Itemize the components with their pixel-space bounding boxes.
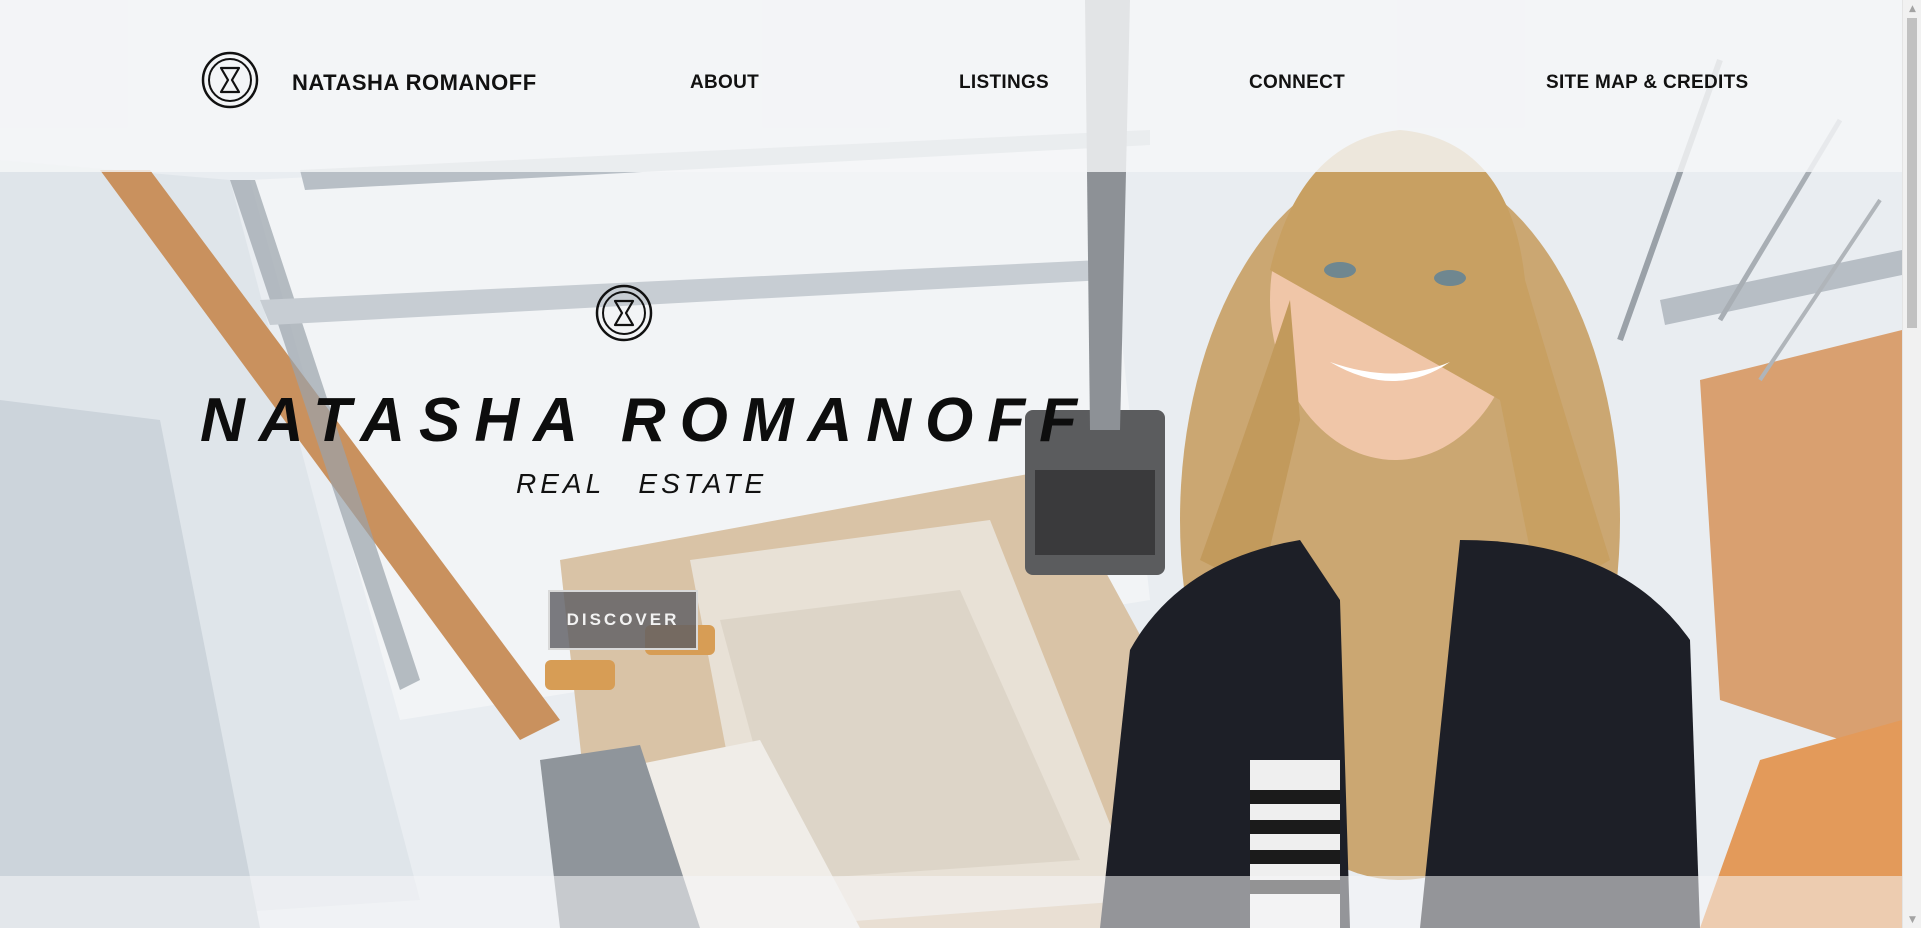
scroll-up-arrow-icon[interactable]: ▲ (1903, 0, 1921, 17)
nav-about[interactable]: ABOUT (690, 72, 759, 94)
page-viewport: NATASHA ROMANOFF ABOUT LISTINGS CONNECT … (0, 0, 1902, 928)
hero-hourglass-emblem-icon (595, 284, 653, 342)
brand-name[interactable]: NATASHA ROMANOFF (292, 70, 537, 96)
section-divider-strip (0, 876, 1902, 928)
scrollbar-thumb[interactable] (1907, 18, 1917, 328)
nav-site-map-credits[interactable]: SITE MAP & CREDITS (1546, 72, 1748, 94)
hero-title: NATASHA ROMANOFF (200, 386, 1091, 455)
hourglass-emblem-icon[interactable] (201, 51, 259, 109)
site-header: NATASHA ROMANOFF ABOUT LISTINGS CONNECT … (0, 0, 1902, 172)
discover-button[interactable]: DISCOVER (548, 590, 698, 650)
scroll-down-arrow-icon[interactable]: ▼ (1903, 911, 1921, 928)
hero-subtitle: REAL ESTATE (516, 468, 768, 499)
nav-connect[interactable]: CONNECT (1249, 72, 1345, 94)
page-scrollbar[interactable]: ▲ ▼ (1902, 0, 1921, 928)
nav-listings[interactable]: LISTINGS (959, 72, 1049, 94)
